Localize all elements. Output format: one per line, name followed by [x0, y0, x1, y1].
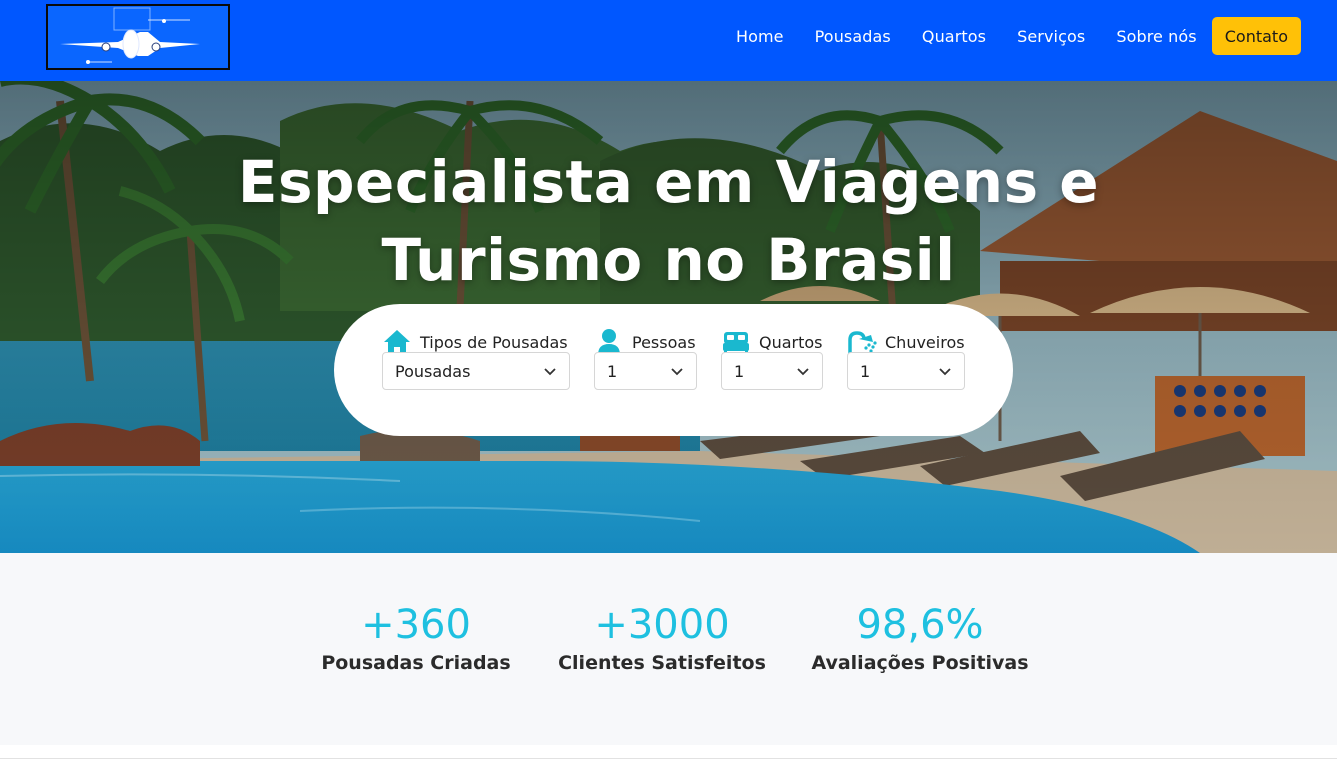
nav-pousadas[interactable]: Pousadas — [815, 27, 891, 46]
stat-pousadas: +360 Pousadas Criadas — [316, 603, 516, 677]
nav-sobre-nos[interactable]: Sobre nós — [1116, 27, 1196, 46]
select-pessoas[interactable]: 1 — [594, 352, 697, 390]
section-divider — [0, 758, 1337, 759]
nav-home[interactable]: Home — [736, 27, 784, 46]
navbar: Home Pousadas Quartos Serviços Sobre nós… — [0, 0, 1337, 81]
stats-section: +360 Pousadas Criadas +3000 Clientes Sat… — [0, 553, 1337, 745]
select-tipos-de-pousadas[interactable]: Pousadas — [382, 352, 570, 390]
stat-value: 98,6% — [856, 602, 984, 648]
airplane-logo-icon — [48, 6, 228, 68]
chevron-down-icon — [797, 368, 809, 376]
stat-value: +360 — [361, 602, 471, 648]
hero-title: Especialista em Viagens e Turismo no Bra… — [0, 143, 1337, 299]
nav-servicos[interactable]: Serviços — [1017, 27, 1085, 46]
hero-title-line-2: Turismo no Brasil — [381, 226, 956, 294]
search-panel: Tipos de Pousadas Pousadas Pessoas 1 Qua… — [334, 304, 1013, 436]
stat-clientes: +3000 Clientes Satisfeitos — [552, 603, 772, 677]
chevron-down-icon — [939, 368, 951, 376]
nav-quartos[interactable]: Quartos — [922, 27, 986, 46]
site-logo[interactable] — [46, 4, 230, 70]
select-quartos[interactable]: 1 — [721, 352, 823, 390]
hero-section: Especialista em Viagens e Turismo no Bra… — [0, 81, 1337, 553]
stat-value: +3000 — [594, 602, 730, 648]
stat-label: Clientes Satisfeitos — [558, 652, 766, 674]
main-nav: Home Pousadas Quartos Serviços Sobre nós… — [736, 17, 1301, 55]
hero-title-line-1: Especialista em Viagens e — [237, 148, 1100, 216]
select-chuveiros[interactable]: 1 — [847, 352, 965, 390]
stat-label: Pousadas Criadas — [321, 652, 511, 674]
contact-button[interactable]: Contato — [1211, 17, 1301, 55]
chevron-down-icon — [671, 368, 683, 376]
chevron-down-icon — [544, 368, 556, 376]
stat-label: Avaliações Positivas — [811, 652, 1029, 674]
stat-avaliacoes: 98,6% Avaliações Positivas — [804, 603, 1036, 677]
